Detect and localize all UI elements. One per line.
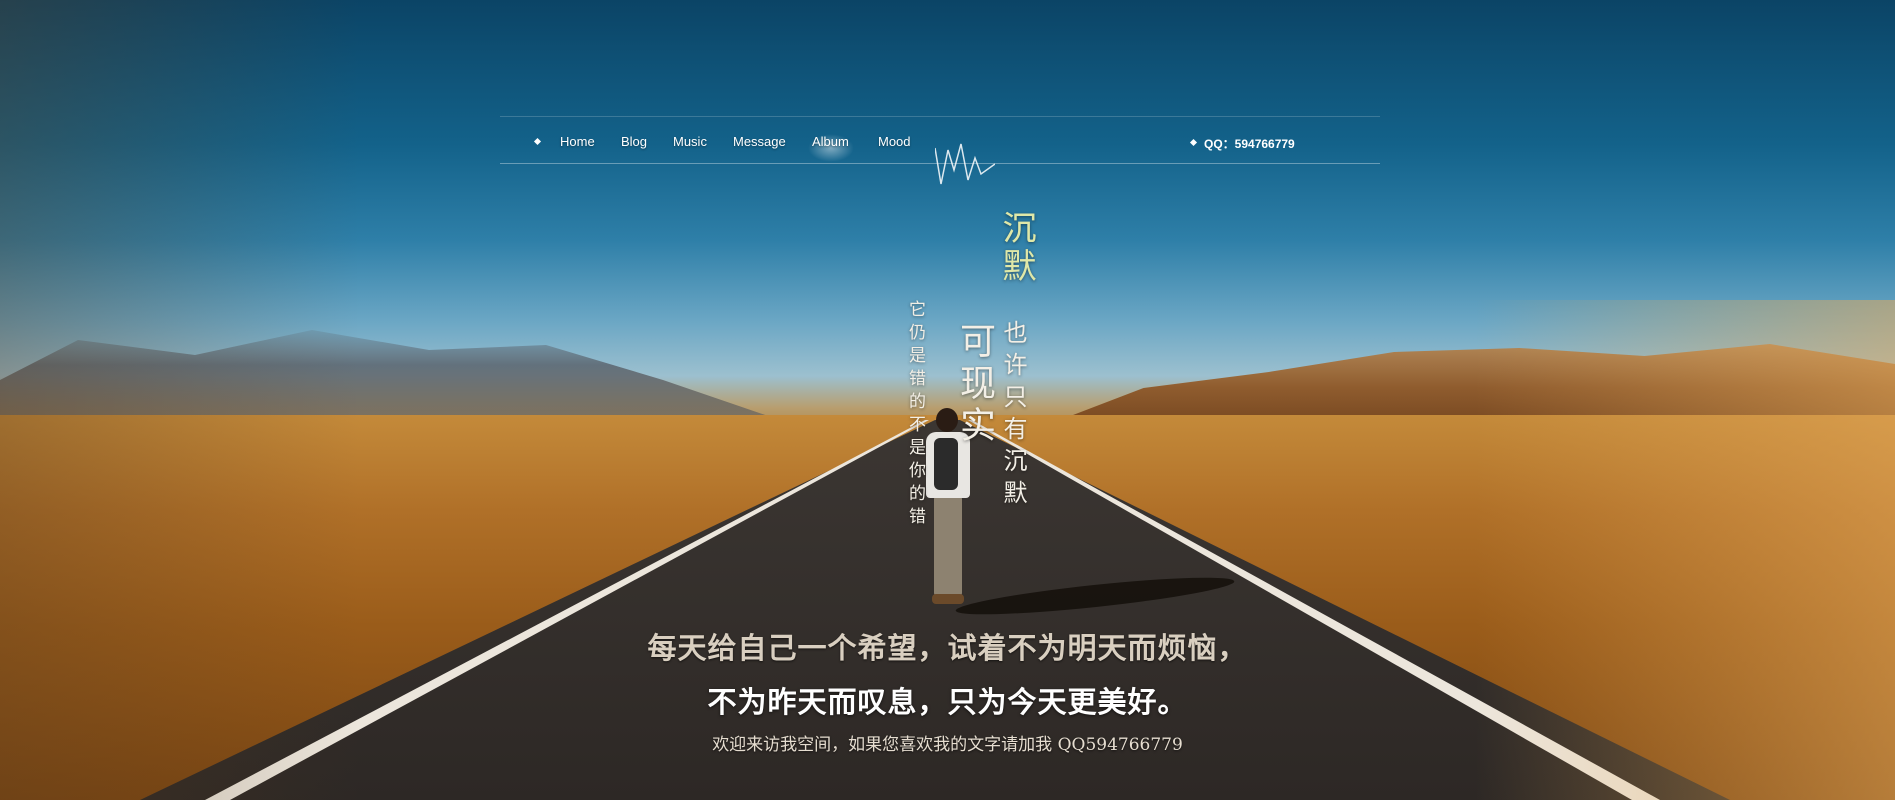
person-feet xyxy=(932,594,964,604)
vertical-text-still: 它仍是错的不是你的错 xyxy=(905,300,925,530)
nav-message[interactable]: Message xyxy=(733,134,786,149)
blur-overlay-right xyxy=(1475,300,1895,800)
hero-tagline-1: 每天给自己一个希望，试着不为明天而烦恼， xyxy=(647,631,1248,665)
nav-music[interactable]: Music xyxy=(673,134,707,149)
vertical-text-silence: 沉默 xyxy=(996,210,1036,286)
vertical-text-perhaps: 也许只有沉默 xyxy=(999,320,1027,512)
nav-mood[interactable]: Mood xyxy=(878,134,911,149)
person-legs xyxy=(934,496,962,596)
welcome-message: 欢迎来访我空间，如果您喜欢我的文字请加我 QQ594766779 xyxy=(712,735,1183,755)
nav-blog[interactable]: Blog xyxy=(621,134,647,149)
vertical-text-reality: 可现实 xyxy=(954,322,995,448)
hero-tagline-2: 不为昨天而叹息，只为今天更美好。 xyxy=(707,685,1188,719)
qq-contact[interactable]: QQ：594766779 xyxy=(1204,135,1295,152)
nav-album[interactable]: Album xyxy=(812,134,849,149)
nav-home[interactable]: Home xyxy=(560,134,595,149)
heartbeat-wave-icon xyxy=(935,143,995,185)
